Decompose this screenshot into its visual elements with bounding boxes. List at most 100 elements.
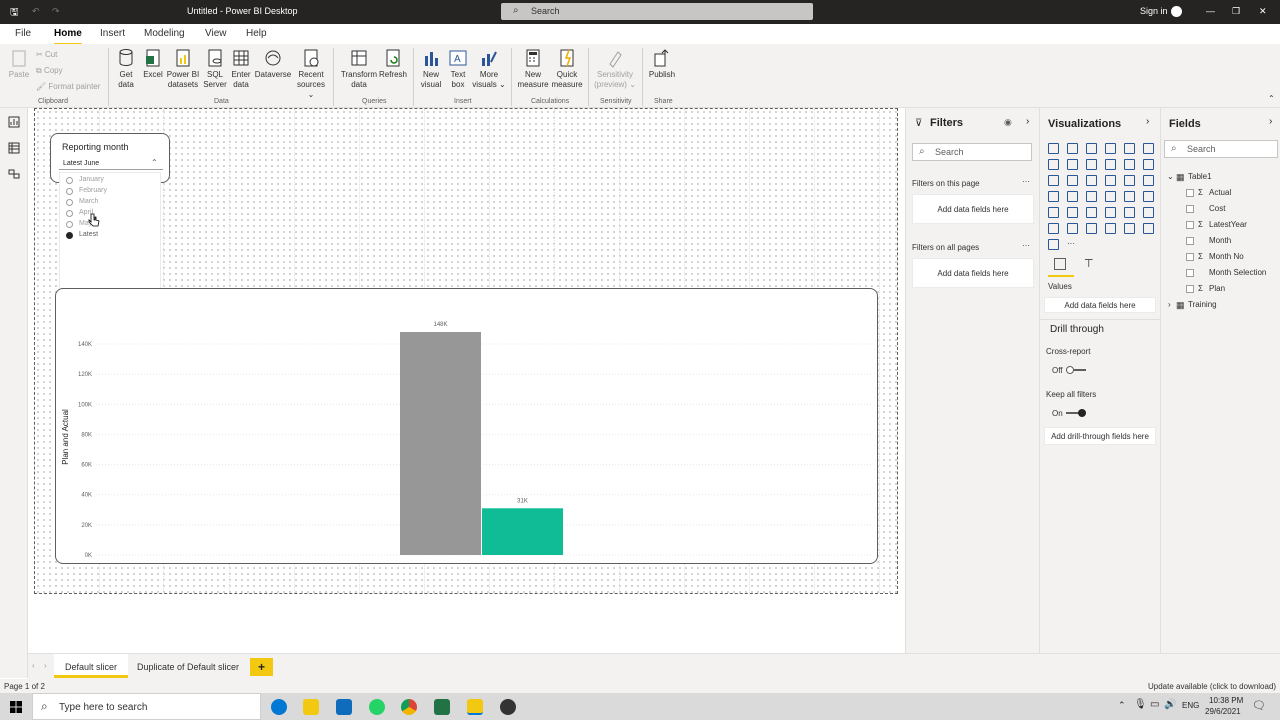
prev-page-icon[interactable]: ‹ — [32, 661, 35, 670]
cross-report-toggle[interactable] — [1066, 366, 1086, 374]
visual-type-icon[interactable] — [1143, 159, 1154, 170]
visual-type-icon[interactable] — [1048, 191, 1059, 202]
collapse-viz-icon[interactable]: › — [1146, 116, 1149, 127]
tab-insert[interactable]: Insert — [100, 28, 125, 39]
visual-type-icon[interactable] — [1048, 239, 1059, 250]
field-checkbox[interactable] — [1186, 269, 1194, 277]
save-icon[interactable]: 🖫 — [10, 5, 19, 22]
option-label-latest[interactable]: Latest — [79, 231, 98, 238]
fields-search-input[interactable]: ⌕ Search — [1164, 140, 1278, 158]
tab-home[interactable]: Home — [54, 28, 82, 45]
bar-chart-visual[interactable]: 0K 20K 40K 60K 80K 100K 120K 140K Plan and Actua… — [55, 288, 878, 564]
visual-type-icon[interactable] — [1124, 159, 1135, 170]
eye-icon[interactable]: ◉ — [1004, 117, 1012, 128]
enter-data-button[interactable]: Enter data — [230, 48, 252, 90]
publish-button[interactable]: Publish — [648, 48, 676, 80]
report-view-icon[interactable] — [8, 116, 20, 128]
field-item-label[interactable]: Actual — [1209, 188, 1231, 197]
cut-button[interactable]: ✂ Cut — [36, 50, 57, 60]
visual-type-icon[interactable] — [1067, 191, 1078, 202]
avatar-icon[interactable] — [1171, 6, 1182, 17]
undo-icon[interactable]: ↶ — [32, 6, 40, 17]
transform-data-button[interactable]: Transform data — [340, 48, 378, 90]
sign-in-link[interactable]: Sign in — [1140, 6, 1168, 16]
option-radio-april[interactable] — [66, 210, 73, 217]
new-measure-button[interactable]: New measure — [516, 48, 550, 90]
sql-server-button[interactable]: SQL Server — [202, 48, 228, 90]
bar[interactable] — [400, 332, 481, 555]
collapse-fields-icon[interactable]: › — [1269, 116, 1272, 127]
visual-type-icon[interactable] — [1067, 159, 1078, 170]
mail-icon[interactable] — [336, 699, 352, 715]
expand-table1-icon[interactable]: ⌄ — [1167, 172, 1174, 181]
visual-type-icon[interactable] — [1124, 175, 1135, 186]
values-field-well[interactable]: Add data fields here — [1044, 297, 1156, 313]
new-visual-button[interactable]: New visual — [418, 48, 444, 90]
option-label-january[interactable]: January — [79, 176, 104, 183]
visual-type-icon[interactable] — [1143, 143, 1154, 154]
keep-all-filters-toggle[interactable] — [1066, 409, 1086, 417]
add-page-button[interactable]: + — [250, 658, 273, 676]
tab-modeling[interactable]: Modeling — [144, 28, 185, 39]
copy-button[interactable]: ⧉ Copy — [36, 66, 63, 76]
visual-type-icon[interactable] — [1086, 143, 1097, 154]
visual-type-icon[interactable] — [1105, 143, 1116, 154]
excel-button[interactable]: Excel — [142, 48, 164, 80]
clock-time[interactable]: 10:38 PM — [1209, 696, 1243, 705]
visual-type-icon[interactable] — [1086, 207, 1097, 218]
expand-training-icon[interactable]: › — [1168, 300, 1171, 309]
field-checkbox[interactable] — [1186, 285, 1194, 293]
pbi-datasets-button[interactable]: Power BI datasets — [166, 48, 200, 90]
taskbar-search-box[interactable]: ⌕ Type here to search — [32, 693, 261, 720]
field-item-label[interactable]: Month No — [1209, 252, 1244, 261]
notifications-icon[interactable]: 🗨 — [1252, 699, 1266, 712]
visual-type-icon[interactable] — [1067, 143, 1078, 154]
format-painter-button[interactable]: 🖌 Format painter — [36, 82, 100, 92]
more-options-icon[interactable]: ··· — [1022, 241, 1030, 250]
maximize-icon[interactable]: ❐ — [1232, 6, 1240, 17]
field-checkbox[interactable] — [1186, 237, 1194, 245]
field-item-label[interactable]: LatestYear — [1209, 220, 1247, 229]
visual-type-icon[interactable] — [1143, 223, 1154, 234]
page-tab-duplicate[interactable]: Duplicate of Default slicer — [132, 654, 244, 678]
visual-type-icon[interactable] — [1105, 191, 1116, 202]
excel-taskbar-icon[interactable] — [434, 699, 450, 715]
visual-type-icon[interactable] — [1086, 223, 1097, 234]
model-view-icon[interactable] — [8, 168, 20, 180]
get-data-button[interactable]: Get data — [112, 48, 140, 90]
visual-type-icon[interactable] — [1105, 159, 1116, 170]
option-label-february[interactable]: February — [79, 187, 107, 194]
field-item-label[interactable]: Month — [1209, 236, 1231, 245]
visual-type-icon[interactable]: ··· — [1067, 239, 1078, 250]
option-radio-may[interactable] — [66, 221, 73, 228]
paste-button[interactable]: Paste — [6, 48, 32, 80]
minimize-icon[interactable]: — — [1206, 6, 1215, 16]
microphone-icon[interactable]: 🎙 — [1134, 699, 1147, 710]
field-checkbox[interactable] — [1186, 253, 1194, 261]
close-icon[interactable]: ✕ — [1259, 6, 1267, 17]
speaker-icon[interactable]: 🔊 — [1164, 699, 1176, 710]
visual-type-icon[interactable] — [1086, 175, 1097, 186]
bar[interactable] — [482, 508, 563, 555]
visual-type-icon[interactable] — [1048, 159, 1059, 170]
visual-type-icon[interactable] — [1086, 159, 1097, 170]
option-radio-march[interactable] — [66, 199, 73, 206]
clock-date[interactable]: 29/6/2021 — [1205, 707, 1241, 716]
next-page-icon[interactable]: › — [44, 661, 47, 670]
collapse-ribbon-icon[interactable]: ⌃ — [1268, 94, 1275, 103]
language-indicator[interactable]: ENG — [1182, 701, 1199, 710]
title-search-box[interactable]: ⌕ Search — [501, 3, 813, 20]
option-radio-february[interactable] — [66, 188, 73, 195]
visual-type-icon[interactable] — [1124, 191, 1135, 202]
visual-type-icon[interactable] — [1048, 175, 1059, 186]
collapse-filters-icon[interactable]: › — [1026, 116, 1029, 127]
more-visuals-button[interactable]: More visuals ⌄ — [472, 48, 506, 90]
all-pages-filter-well[interactable]: Add data fields here — [912, 258, 1034, 288]
field-checkbox[interactable] — [1186, 221, 1194, 229]
tray-up-icon[interactable]: ⌃ — [1118, 700, 1126, 711]
more-options-icon[interactable]: ··· — [1022, 177, 1030, 186]
option-radio-january[interactable] — [66, 177, 73, 184]
fields-tab-icon[interactable] — [1054, 258, 1066, 270]
filters-search-input[interactable]: ⌕ Search — [912, 143, 1032, 161]
visual-type-icon[interactable] — [1105, 175, 1116, 186]
